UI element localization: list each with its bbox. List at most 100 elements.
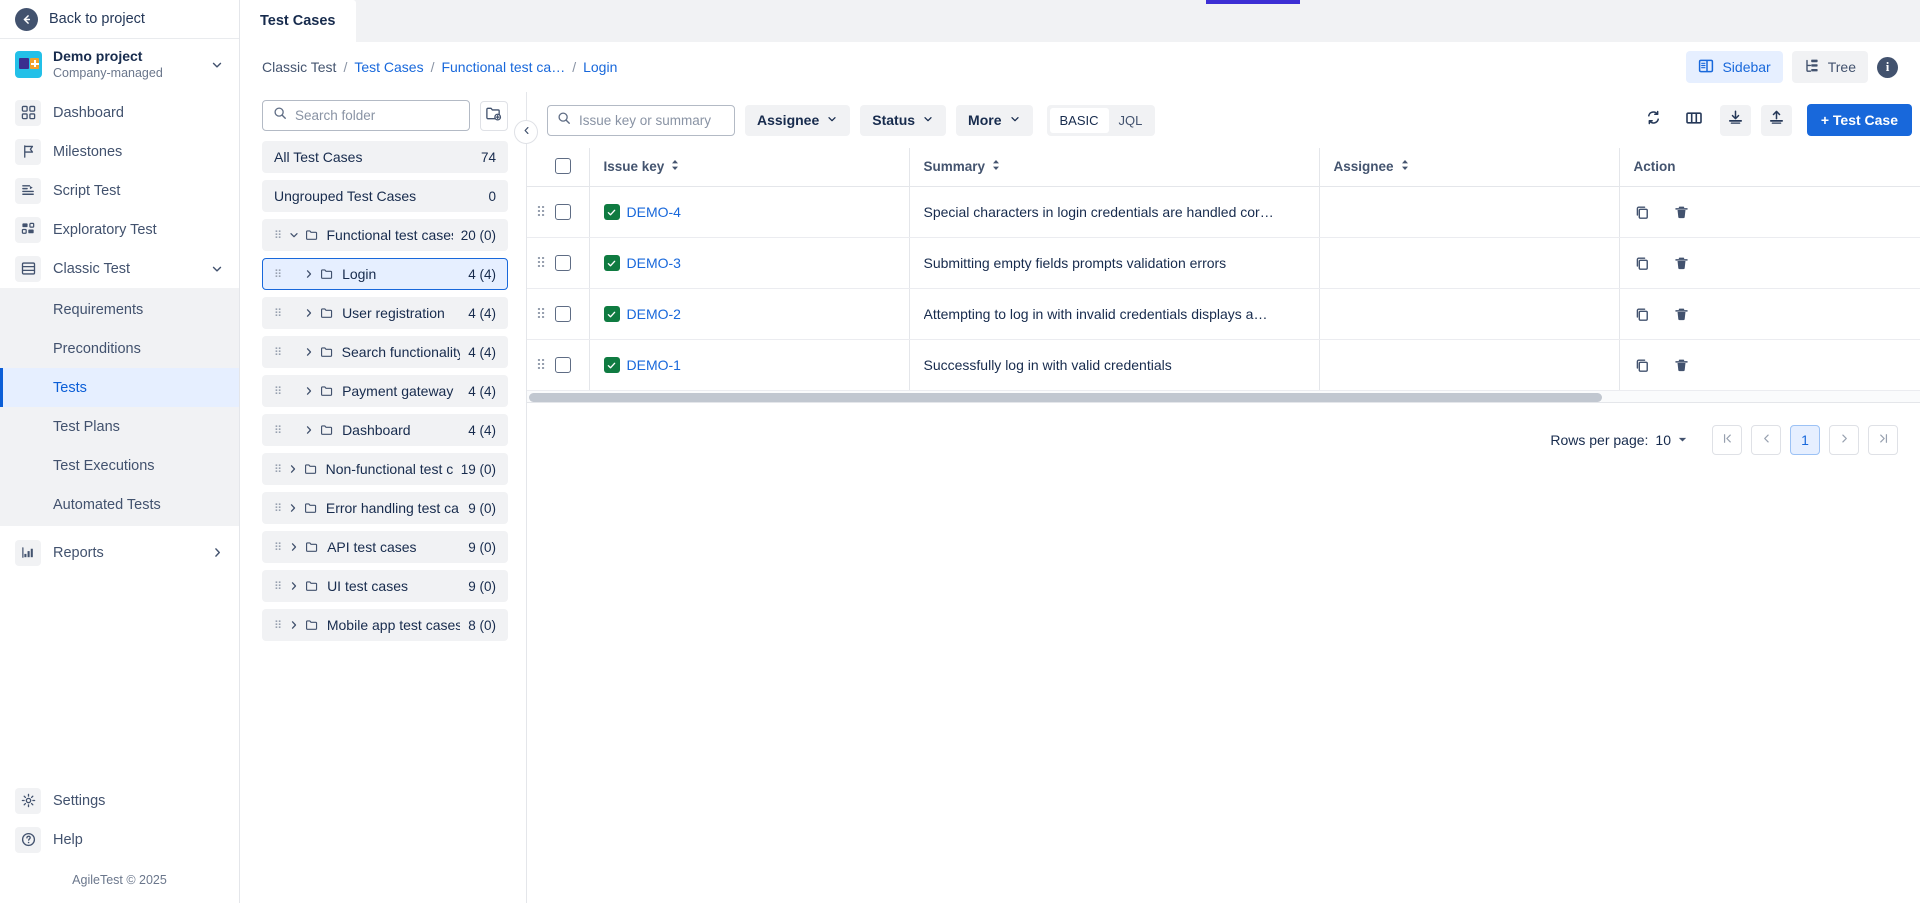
row-select-cell[interactable] <box>555 187 589 238</box>
chevron-right-icon[interactable] <box>287 541 301 553</box>
panel-collapse-button[interactable] <box>514 120 538 144</box>
drag-handle-icon[interactable]: ⠿ <box>274 385 281 398</box>
chevron-right-icon[interactable] <box>302 346 316 358</box>
drag-handle-icon[interactable]: ⠿ <box>274 580 281 593</box>
row-select-cell[interactable] <box>555 340 589 391</box>
issue-search-input[interactable] <box>579 113 725 128</box>
chevron-right-icon[interactable] <box>302 385 316 397</box>
chevron-right-icon[interactable] <box>302 424 316 436</box>
row-issue-key-cell[interactable]: DEMO-3 <box>589 238 909 289</box>
row-issue-key-cell[interactable]: DEMO-1 <box>589 340 909 391</box>
clone-icon[interactable] <box>1634 357 1651 374</box>
row-issue-key-cell[interactable]: DEMO-4 <box>589 187 909 238</box>
tree-view-toggle[interactable]: Tree <box>1792 51 1868 83</box>
chevron-right-icon[interactable] <box>302 307 316 319</box>
sidebar-item-help[interactable]: Help <box>0 820 239 859</box>
chevron-right-icon[interactable] <box>287 502 300 514</box>
header-assignee[interactable]: Assignee <box>1319 148 1619 187</box>
sidebar-item-classic-test[interactable]: Classic Test <box>0 249 239 288</box>
sort-arrows-icon[interactable] <box>1400 159 1410 174</box>
drag-handle-icon[interactable]: ⠿ <box>274 541 281 554</box>
sidebar-item-requirements[interactable]: Requirements <box>0 290 239 329</box>
issue-key-link[interactable]: DEMO-1 <box>627 357 681 373</box>
row-select-cell[interactable] <box>555 289 589 340</box>
sidebar-item-milestones[interactable]: Milestones <box>0 132 239 171</box>
drag-handle-icon[interactable]: ⠿ <box>527 357 555 374</box>
folder-item-search-functionality[interactable]: ⠿ Search functionality 4 (4) <box>262 336 508 368</box>
folder-search-box[interactable] <box>262 100 470 131</box>
download-button[interactable] <box>1720 105 1751 136</box>
filter-status[interactable]: Status <box>860 105 946 136</box>
drag-handle-icon[interactable]: ⠿ <box>274 619 281 632</box>
folder-item-functional-test-cases[interactable]: ⠿ Functional test cases 20 (0) <box>262 219 508 251</box>
folder-item-all-test-cases[interactable]: All Test Cases 74 <box>262 141 508 173</box>
drag-handle-icon[interactable]: ⠿ <box>274 463 281 476</box>
filter-assignee[interactable]: Assignee <box>745 105 850 136</box>
row-checkbox[interactable] <box>555 357 571 373</box>
folder-item-payment-gateway[interactable]: ⠿ Payment gateway 4 (4) <box>262 375 508 407</box>
drag-handle-icon[interactable]: ⠿ <box>274 346 281 359</box>
sidebar-item-dashboard[interactable]: Dashboard <box>0 93 239 132</box>
mode-basic[interactable]: BASIC <box>1050 108 1109 133</box>
chevron-down-icon[interactable] <box>210 58 224 72</box>
drag-handle-icon[interactable]: ⠿ <box>527 204 555 221</box>
folder-item-mobile-app-test-cases[interactable]: ⠿ Mobile app test cases 8 (0) <box>262 609 508 641</box>
chevron-down-icon[interactable] <box>210 262 224 276</box>
sidebar-item-reports[interactable]: Reports <box>0 533 239 572</box>
header-issue-key[interactable]: Issue key <box>589 148 909 187</box>
clone-icon[interactable] <box>1634 255 1651 272</box>
folder-item-user-registration[interactable]: ⠿ User registration 4 (4) <box>262 297 508 329</box>
clone-icon[interactable] <box>1634 306 1651 323</box>
breadcrumb-item-login[interactable]: Login <box>583 59 617 75</box>
chevron-right-icon[interactable] <box>287 619 301 631</box>
select-all-checkbox[interactable] <box>555 158 571 174</box>
table-row[interactable]: ⠿ DEMO-2 <box>527 289 1920 340</box>
info-icon[interactable]: i <box>1877 57 1898 78</box>
mode-jql[interactable]: JQL <box>1109 108 1153 133</box>
table-row[interactable]: ⠿ DEMO-1 <box>527 340 1920 391</box>
breadcrumb-item-test-cases[interactable]: Test Cases <box>354 59 423 75</box>
issue-key-link[interactable]: DEMO-3 <box>627 255 681 271</box>
new-folder-button[interactable] <box>480 101 508 131</box>
row-select-cell[interactable] <box>555 238 589 289</box>
breadcrumb-item-functional-test-cases[interactable]: Functional test ca… <box>441 59 565 75</box>
first-page-button[interactable] <box>1712 425 1742 455</box>
sidebar-item-preconditions[interactable]: Preconditions <box>0 329 239 368</box>
columns-button[interactable] <box>1679 105 1710 136</box>
row-checkbox[interactable] <box>555 204 571 220</box>
folder-item-error-handling-test-cases[interactable]: ⠿ Error handling test ca… 9 (0) <box>262 492 508 524</box>
sidebar-item-exploratory-test[interactable]: Exploratory Test <box>0 210 239 249</box>
issue-key-link[interactable]: DEMO-4 <box>627 204 681 220</box>
clone-icon[interactable] <box>1634 204 1651 221</box>
add-test-case-button[interactable]: + Test Case <box>1807 104 1912 136</box>
row-checkbox[interactable] <box>555 306 571 322</box>
prev-page-button[interactable] <box>1751 425 1781 455</box>
sidebar-item-settings[interactable]: Settings <box>0 781 239 820</box>
issue-key-link[interactable]: DEMO-2 <box>627 306 681 322</box>
table-horizontal-scrollbar[interactable] <box>527 391 1920 403</box>
tab-test-cases[interactable]: Test Cases <box>240 0 356 42</box>
drag-handle-icon[interactable]: ⠿ <box>274 268 281 281</box>
drag-handle-icon[interactable]: ⠿ <box>527 255 555 272</box>
folder-item-ui-test-cases[interactable]: ⠿ UI test cases 9 (0) <box>262 570 508 602</box>
chevron-right-icon[interactable] <box>287 463 300 475</box>
breadcrumb-item-classic-test[interactable]: Classic Test <box>262 59 336 75</box>
back-to-project-button[interactable]: Back to project <box>0 0 239 39</box>
chevron-right-icon[interactable] <box>302 268 316 280</box>
trash-icon[interactable] <box>1673 306 1690 323</box>
row-checkbox[interactable] <box>555 255 571 271</box>
sort-arrows-icon[interactable] <box>991 159 1001 174</box>
folder-item-login[interactable]: ⠿ Login 4 (4) <box>262 258 508 290</box>
sidebar-item-test-executions[interactable]: Test Executions <box>0 446 239 485</box>
project-switcher[interactable]: Demo project Company-managed <box>0 39 239 93</box>
sidebar-item-tests[interactable]: Tests <box>0 368 239 407</box>
row-drag-cell[interactable]: ⠿ <box>527 289 555 340</box>
row-issue-key-cell[interactable]: DEMO-2 <box>589 289 909 340</box>
table-row[interactable]: ⠿ DEMO-3 <box>527 238 1920 289</box>
sidebar-view-toggle[interactable]: Sidebar <box>1686 51 1782 83</box>
row-drag-cell[interactable]: ⠿ <box>527 187 555 238</box>
page-button-1[interactable]: 1 <box>1790 425 1820 455</box>
drag-handle-icon[interactable]: ⠿ <box>274 502 281 515</box>
next-page-button[interactable] <box>1829 425 1859 455</box>
trash-icon[interactable] <box>1673 204 1690 221</box>
